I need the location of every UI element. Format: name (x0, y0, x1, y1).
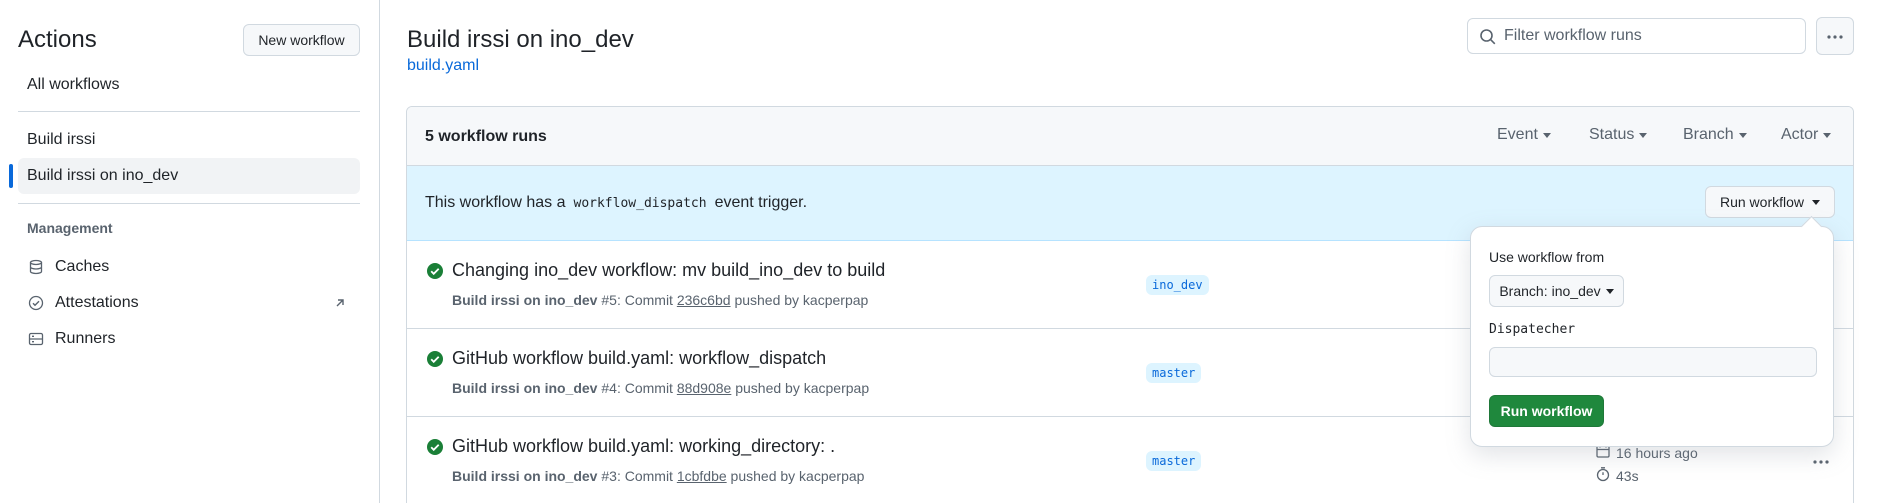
branch-prefix: Branch: (1499, 283, 1548, 299)
run-options-button[interactable] (1809, 451, 1833, 471)
run-workflow-popover: Use workflow from Branch: ino_dev Dispate… (1470, 226, 1834, 447)
search-icon (1479, 28, 1497, 46)
dispatcher-input[interactable] (1489, 347, 1817, 377)
runners-icon (27, 330, 45, 348)
sidebar-item-label: Attestations (55, 294, 139, 311)
cache-icon (27, 258, 45, 276)
sidebar-item-label: All workflows (27, 76, 120, 93)
commit-prefix: : Commit (616, 380, 673, 396)
branch-tag[interactable]: ino_dev (1146, 275, 1209, 295)
more-options-button[interactable] (1816, 17, 1854, 55)
dispatch-message: This workflow has a workflow_dispatch ev… (425, 194, 807, 212)
dispatch-text-after: event trigger. (714, 194, 808, 211)
run-title[interactable]: Changing ino_dev workflow: mv build_ino_… (452, 260, 885, 281)
filter-actor-dropdown[interactable]: Actor (1781, 126, 1832, 144)
run-meta: Build irssi on ino_dev #4: Commit 88d908… (452, 380, 869, 396)
stopwatch-icon (1595, 466, 1616, 485)
success-check-icon (426, 350, 444, 368)
filter-branch-dropdown[interactable]: Branch (1683, 126, 1747, 144)
caret-down-icon (1639, 132, 1648, 138)
workflow-file-link[interactable]: build.yaml (407, 57, 479, 75)
sidebar-divider (18, 203, 360, 204)
sidebar-item-label: Runners (55, 330, 116, 347)
caret-down-icon (1542, 132, 1551, 138)
run-meta: Build irssi on ino_dev #3: Commit 1cbfdb… (452, 468, 864, 484)
branch-tag[interactable]: master (1146, 451, 1202, 471)
run-title[interactable]: GitHub workflow build.yaml: working_dire… (452, 436, 835, 457)
page-title: Build irssi on ino_dev (407, 26, 634, 53)
kebab-horizontal-icon (1826, 27, 1844, 45)
sidebar-item-caches[interactable]: Caches (18, 250, 360, 284)
sidebar-item-build-irssi-on-ino-dev[interactable]: Build irssi on ino_dev (9, 158, 360, 194)
attestation-icon (27, 294, 45, 312)
run-workflow-name: Build irssi on ino_dev (452, 292, 598, 308)
kebab-horizontal-icon (1812, 452, 1830, 470)
runs-header: 5 workflow runs Event Status Branch Acto… (407, 107, 1853, 166)
success-check-icon (426, 262, 444, 280)
use-workflow-from-label: Use workflow from (1489, 249, 1605, 265)
commit-sha-link[interactable]: 88d908e (677, 380, 732, 396)
duration-text: 43s (1616, 467, 1639, 484)
success-check-icon (426, 438, 444, 456)
sidebar: Actions New workflow All workflows Build… (0, 0, 380, 503)
filter-label: Actor (1781, 126, 1819, 143)
sidebar-item-attestations[interactable]: Attestations (18, 286, 360, 320)
dispatch-code: workflow_dispatch (573, 195, 707, 211)
filter-label: Status (1589, 126, 1635, 143)
run-workflow-label: Run workflow (1719, 194, 1805, 210)
pushed-by: pushed by kacperpap (734, 292, 869, 308)
filter-workflow-runs-input[interactable]: Filter workflow runs (1467, 18, 1806, 54)
sidebar-title: Actions (18, 26, 97, 53)
run-number: #3 (601, 468, 617, 484)
sidebar-item-label: Build irssi on ino_dev (27, 167, 179, 184)
run-number: #4 (601, 380, 617, 396)
commit-sha-link[interactable]: 236c6bd (677, 292, 731, 308)
run-meta: Build irssi on ino_dev #5: Commit 236c6b… (452, 292, 868, 308)
sidebar-item-build-irssi[interactable]: Build irssi (18, 122, 360, 158)
dispatcher-input-label: Dispatecher (1489, 322, 1576, 337)
run-title[interactable]: GitHub workflow build.yaml: workflow_dis… (452, 348, 826, 369)
commit-sha-link[interactable]: 1cbfdbe (677, 468, 727, 484)
run-workflow-name: Build irssi on ino_dev (452, 380, 598, 396)
sidebar-item-runners[interactable]: Runners (18, 322, 360, 356)
branch-value: ino_dev (1551, 283, 1601, 299)
runs-count: 5 workflow runs (425, 128, 547, 145)
filter-status-dropdown[interactable]: Status (1589, 126, 1648, 144)
commit-prefix: : Commit (616, 292, 673, 308)
management-heading: Management (27, 220, 113, 236)
sidebar-item-label: Caches (55, 258, 110, 275)
filter-placeholder: Filter workflow runs (1504, 27, 1642, 44)
sidebar-item-all-workflows[interactable]: All workflows (18, 67, 360, 103)
new-workflow-button[interactable]: New workflow (243, 24, 360, 56)
filter-label: Event (1497, 126, 1538, 143)
branch-select-button[interactable]: Branch: ino_dev (1489, 275, 1624, 307)
caret-down-icon (1823, 132, 1832, 138)
run-number: #5 (601, 292, 617, 308)
dispatch-text-before: This workflow has a (425, 194, 566, 211)
filter-label: Branch (1683, 126, 1734, 143)
commit-prefix: : Commit (616, 468, 673, 484)
pushed-by: pushed by kacperpap (735, 380, 870, 396)
run-workflow-dropdown-button[interactable]: Run workflow (1705, 186, 1835, 218)
run-workflow-submit-button[interactable]: Run workflow (1489, 395, 1604, 427)
filter-event-dropdown[interactable]: Event (1497, 126, 1551, 144)
pushed-by: pushed by kacperpap (730, 468, 865, 484)
sidebar-divider (18, 111, 360, 112)
external-link-icon (332, 295, 348, 311)
caret-down-icon (1812, 199, 1821, 205)
caret-down-icon (1738, 132, 1747, 138)
branch-tag[interactable]: master (1146, 363, 1202, 383)
run-workflow-name: Build irssi on ino_dev (452, 468, 598, 484)
run-duration: 43s (1595, 466, 1639, 485)
caret-down-icon (1605, 288, 1614, 294)
sidebar-item-label: Build irssi (27, 131, 96, 148)
